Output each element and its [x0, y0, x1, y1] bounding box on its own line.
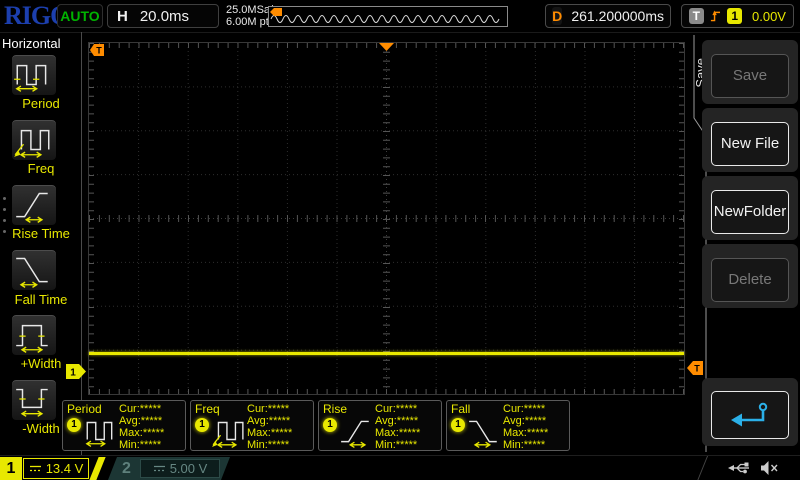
soft-menu: Save Save New File NewFolder Delete [690, 32, 800, 455]
trigger-info-box: T 1 0.00V [681, 4, 794, 28]
top-status-bar: RIGOL AUTO H 20.0ms 25.0MSa/s 6.00M pts … [0, 0, 800, 33]
rise-time-icon [12, 185, 54, 223]
sidebar-item-fall-time[interactable] [11, 249, 57, 291]
channel2-scale: 5.00 V [140, 459, 220, 478]
new-file-button[interactable]: New File [711, 122, 789, 166]
graticule-grid [89, 43, 684, 394]
waveform-preview [268, 6, 508, 27]
horizontal-scale-value: 20.0ms [140, 8, 189, 25]
menu-slot [702, 378, 798, 446]
sidebar-item-freq[interactable] [11, 119, 57, 161]
panel-values: Cur:*****Avg:*****Max:*****Min:***** [119, 403, 164, 451]
panel-channel-badge: 1 [323, 418, 337, 432]
return-arrow-icon [728, 400, 772, 430]
sidebar-item-rise-time[interactable] [11, 184, 57, 226]
channel1-number: 1 [0, 457, 22, 480]
panel-channel-badge: 1 [195, 418, 209, 432]
panel-channel-badge: 1 [451, 418, 465, 432]
period-icon [83, 414, 117, 448]
trigger-position-marker-icon [379, 43, 394, 51]
period-icon [12, 55, 54, 93]
page-indicator-dot [3, 197, 6, 200]
freq-icon [211, 414, 245, 448]
menu-slot: Save [702, 40, 798, 104]
oscilloscope-screen: RIGOL AUTO H 20.0ms 25.0MSa/s 6.00M pts … [0, 0, 800, 480]
svg-text:1: 1 [70, 368, 76, 379]
delete-button[interactable]: Delete [711, 258, 789, 302]
svg-text:T: T [96, 46, 102, 56]
new-folder-button[interactable]: NewFolder [711, 190, 789, 234]
trigger-delay-box: D 261.200000ms [545, 4, 671, 28]
panel-channel-badge: 1 [67, 418, 81, 432]
page-indicator-dot [3, 208, 6, 211]
measure-panel-rise: Rise 1 Cur:*****Avg:*****Max:*****Min:**… [318, 400, 442, 451]
measure-panel-period: Period 1 Cur:*****Avg:*****Max:*****Min:… [62, 400, 186, 451]
fall-time-icon [12, 250, 54, 288]
dc-coupling-icon [153, 464, 166, 473]
freq-icon [12, 120, 54, 158]
back-button[interactable] [711, 391, 789, 439]
menu-slot: Delete [702, 244, 798, 308]
channel1-trace [89, 352, 684, 355]
trigger-source-badge: 1 [727, 8, 742, 24]
channel2-status[interactable]: 2 5.00 V [108, 457, 230, 480]
preview-sine-wave [269, 7, 505, 26]
channel-status-bar: 1 13.4 V 2 5.00 V [0, 455, 800, 480]
beeper-muted-icon [760, 460, 780, 476]
minus-width-icon [12, 380, 54, 418]
sidebar-item-fall-time-label: Fall Time [0, 292, 82, 307]
usb-device-icon [728, 461, 752, 475]
sidebar-item-period[interactable] [11, 54, 57, 96]
horizontal-label: H [117, 8, 128, 25]
delay-value: 261.200000ms [571, 8, 664, 24]
measure-panel-freq: Freq 1 Cur:*****Avg:*****Max:*****Min:**… [190, 400, 314, 451]
channel1-scale: 13.4 V [23, 458, 89, 479]
sidebar-item-nwidth[interactable] [11, 379, 57, 421]
dc-coupling-icon [29, 464, 42, 473]
panel-values: Cur:*****Avg:*****Max:*****Min:***** [503, 403, 548, 451]
preview-position-marker-icon [270, 8, 282, 16]
channel1-tab-slant [89, 457, 105, 480]
plus-width-icon [12, 315, 54, 353]
menu-slot: NewFolder [702, 176, 798, 240]
menu-slot: New File [702, 108, 798, 172]
page-indicator-dot [3, 219, 6, 222]
measure-panel-fall: Fall 1 Cur:*****Avg:*****Max:*****Min:**… [446, 400, 570, 451]
sidebar-title: Horizontal [2, 36, 82, 51]
statusbar-divider [697, 456, 718, 480]
sidebar-item-freq-label: Freq [0, 161, 82, 176]
trigger-slope-rising-icon [710, 8, 722, 24]
horizontal-scale-box: H 20.0ms [107, 4, 219, 28]
trigger-label: T [689, 8, 704, 24]
panel-values: Cur:*****Avg:*****Max:*****Min:***** [375, 403, 420, 451]
sidebar-item-rise-time-label: Rise Time [0, 226, 82, 241]
channel1-status[interactable]: 1 13.4 V [0, 457, 104, 480]
rise-time-icon [339, 414, 373, 448]
sidebar-item-pwidth[interactable] [11, 314, 57, 356]
channel1-level-marker-icon: 1 [66, 364, 86, 379]
channel2-number: 2 [122, 457, 131, 480]
fall-time-icon [467, 414, 501, 448]
trigger-level-value: 0.00V [752, 9, 786, 24]
delay-label: D [552, 7, 562, 25]
run-status-badge: AUTO [57, 4, 103, 28]
save-button[interactable]: Save [711, 54, 789, 98]
sidebar-item-period-label: Period [0, 96, 82, 111]
waveform-display: T [88, 42, 685, 395]
trigger-time-marker-icon: T [90, 44, 104, 56]
panel-values: Cur:*****Avg:*****Max:*****Min:***** [247, 403, 292, 451]
